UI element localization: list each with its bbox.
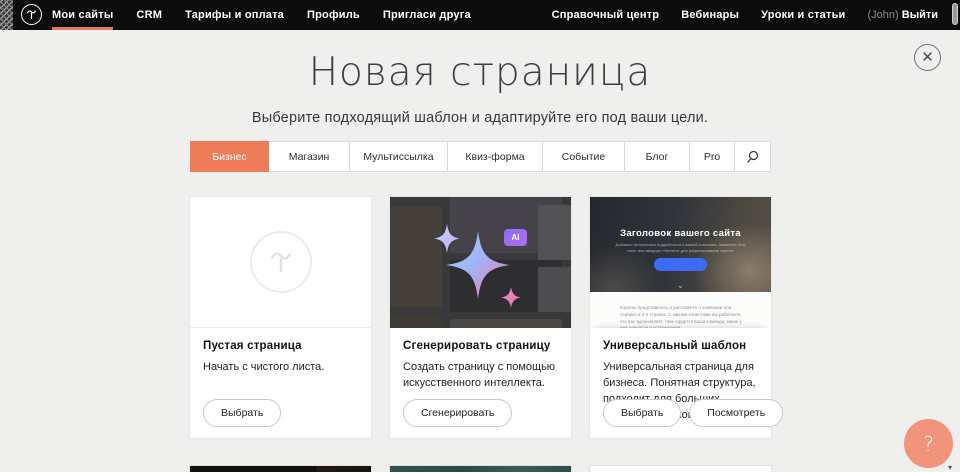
nav-item-profile[interactable]: Профиль — [307, 0, 360, 30]
logout-link[interactable]: Выйти — [902, 9, 938, 21]
choose-button[interactable]: Выбрать — [203, 399, 281, 427]
card-buttons: Выбрать Посмотреть — [603, 399, 783, 427]
tab-business[interactable]: Бизнес — [190, 141, 269, 172]
next-templates-row — [190, 466, 771, 472]
card-body: Пустая страница Начать с чистого листа. … — [190, 328, 371, 438]
search-tab-button[interactable] — [735, 141, 771, 172]
chevron-down-icon: ⌄ — [590, 281, 771, 290]
template-body-section: Коротко представьтесь и расскажите о ком… — [590, 292, 771, 328]
nav-item-plans-payment[interactable]: Тарифы и оплата — [185, 0, 284, 30]
top-navigation-bar: Мои сайты CRM Тарифы и оплата Профиль Пр… — [0, 0, 960, 30]
ai-sparkle-icon — [390, 197, 571, 328]
view-button[interactable]: Посмотреть — [689, 399, 783, 427]
tilda-logo-icon[interactable] — [21, 4, 42, 25]
card-generate-page[interactable]: AI Сгенерировать страницу Создать страни… — [390, 197, 571, 438]
template-cards-row: Пустая страница Начать с чистого листа. … — [190, 197, 771, 438]
template-card-partial[interactable] — [190, 466, 371, 472]
tilda-glyph — [25, 8, 38, 21]
page-subtitle: Выберите подходящий шаблон и адаптируйте… — [0, 110, 960, 126]
window-scrollbar[interactable] — [952, 2, 959, 28]
user-logout[interactable]: (John) Выйти — [868, 9, 939, 21]
tab-event[interactable]: Событие — [543, 141, 625, 172]
card-buttons: Выбрать — [203, 399, 281, 427]
template-hero: Заголовок вашего сайта Добавьте интересн… — [590, 197, 771, 292]
template-hero-title: Заголовок вашего сайта — [590, 228, 771, 239]
card-title: Сгенерировать страницу — [403, 340, 558, 352]
card-buttons: Сгенерировать — [403, 399, 512, 427]
tab-quiz-form[interactable]: Квиз-форма — [448, 141, 543, 172]
template-preview: Заголовок вашего сайта Добавьте интересн… — [590, 197, 771, 328]
template-card-partial[interactable] — [390, 466, 571, 472]
card-description: Создать страницу с помощью искусственног… — [403, 360, 558, 392]
tab-blog[interactable]: Блог — [625, 141, 690, 172]
nav-item-crm[interactable]: CRM — [136, 0, 162, 30]
template-category-tabs: Бизнес Магазин Мультиссылка Квиз-форма С… — [190, 141, 771, 172]
template-card-partial[interactable] — [590, 466, 771, 472]
tab-store[interactable]: Магазин — [269, 141, 350, 172]
card-title: Универсальный шаблон — [603, 340, 758, 352]
nav-item-lessons-articles[interactable]: Уроки и статьи — [761, 0, 845, 30]
card-body: Сгенерировать страницу Создать страницу … — [390, 328, 571, 438]
nav-left-group: Мои сайты CRM Тарифы и оплата Профиль Пр… — [52, 0, 471, 30]
card-blank-page[interactable]: Пустая страница Начать с чистого листа. … — [190, 197, 371, 438]
ai-badge: AI — [504, 229, 527, 246]
nav-item-help-center[interactable]: Справочный центр — [552, 0, 660, 30]
nav-item-invite-friend[interactable]: Пригласи друга — [383, 0, 471, 30]
card-body: Универсальный шаблон Универсальная стран… — [590, 328, 771, 438]
tab-multilink[interactable]: Мультиссылка — [350, 141, 448, 172]
template-hero-subtitle: Добавьте интересные подробности о вашей … — [615, 242, 746, 255]
card-title: Пустая страница — [203, 340, 358, 352]
card-universal-template[interactable]: Заголовок вашего сайта Добавьте интересн… — [590, 197, 771, 438]
search-icon — [746, 150, 760, 164]
desktop-texture-strip — [0, 0, 13, 30]
page-title: Новая страница — [0, 50, 960, 95]
nav-item-webinars[interactable]: Вебинары — [681, 0, 739, 30]
scrollbar-thumb[interactable] — [952, 3, 958, 25]
card-description: Начать с чистого листа. — [203, 360, 358, 376]
blank-page-preview — [190, 197, 371, 328]
template-body-text: Коротко представьтесь и расскажите о ком… — [620, 305, 742, 328]
user-name: (John) — [868, 9, 899, 21]
tab-pro[interactable]: Pro — [690, 141, 735, 172]
scrollbar-down-arrow[interactable]: ▾ — [948, 463, 952, 472]
generate-button[interactable]: Сгенерировать — [403, 399, 512, 427]
nav-right-group: Справочный центр Вебинары Уроки и статьи… — [552, 0, 938, 30]
nav-item-my-sites[interactable]: Мои сайты — [52, 0, 113, 30]
choose-button[interactable]: Выбрать — [603, 399, 681, 427]
ai-preview: AI — [390, 197, 571, 328]
tilda-watermark-icon — [250, 231, 312, 293]
help-button[interactable]: ? — [904, 419, 953, 468]
template-cta-button — [654, 258, 707, 271]
